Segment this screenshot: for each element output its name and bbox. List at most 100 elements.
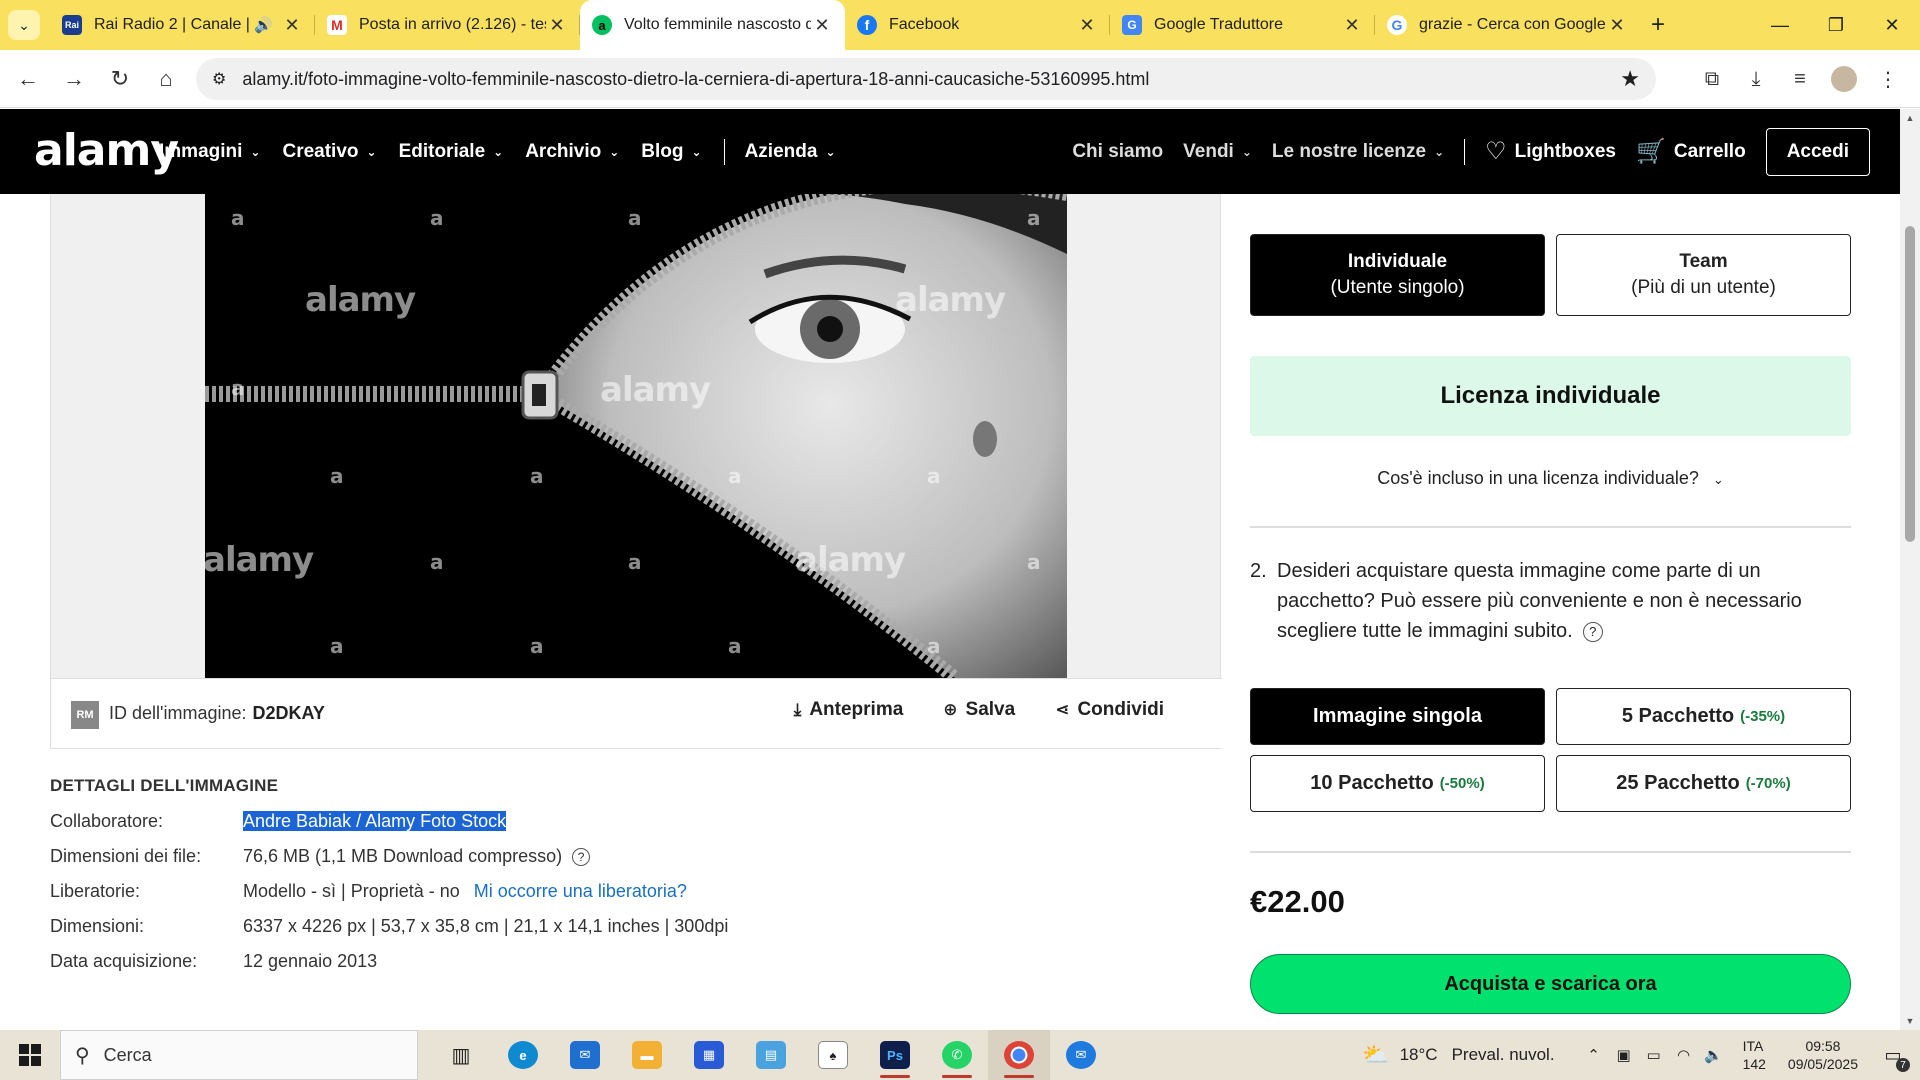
close-tab-icon[interactable]: ✕ [1076,15,1098,36]
clock[interactable]: 09:58 09/05/2025 [1788,1037,1858,1073]
nav-licenze[interactable]: Le nostre licenze ⌄ [1272,141,1444,163]
nav-chi-siamo[interactable]: Chi siamo [1072,141,1163,163]
image-id-label: ID dell'immagine: [109,703,247,723]
minimize-icon[interactable]: — [1752,0,1808,50]
taskbar-search[interactable]: ⚲ Cerca [60,1030,418,1080]
url-text[interactable]: alamy.it/foto-immagine-volto-femminile-n… [242,69,1620,90]
scroll-down-arrow-icon[interactable]: ▼ [1900,1012,1920,1030]
cart-link[interactable]: 🛒 Carrello [1636,137,1746,166]
task-view-button[interactable]: ▥ [430,1030,492,1080]
question-text: Desideri acquistare questa immagine come… [1277,556,1851,646]
wifi-icon[interactable]: ◠ [1669,1046,1699,1064]
chevron-up-icon[interactable]: ⌃ [1579,1046,1609,1064]
thunderbird-button[interactable]: ✉ [1050,1030,1112,1080]
site-info-icon[interactable]: ⚙ [212,69,226,89]
nav-vendi[interactable]: Vendi ⌄ [1183,141,1252,163]
battery-icon[interactable]: ▭ [1639,1046,1669,1064]
lightboxes-link[interactable]: ♡ Lightboxes [1485,137,1616,166]
pack-25-option[interactable]: 25 Pacchetto (-70%) [1556,755,1851,812]
speaker-icon[interactable]: 🔊 [254,16,273,34]
tab-alamy[interactable]: a Volto femminile nascosto d ✕ [580,0,845,50]
individual-license-button[interactable]: Individuale (Utente singolo) [1250,234,1545,316]
whatsapp-button[interactable]: ✆ [926,1030,988,1080]
scrollbar-thumb[interactable] [1905,226,1915,542]
address-bar[interactable]: ⚙ alamy.it/foto-immagine-volto-femminile… [196,58,1656,100]
restore-icon[interactable]: ❐ [1808,0,1864,50]
weather-widget[interactable]: ⛅ 18°C Preval. nuvol. [1362,1042,1554,1068]
device-icon[interactable]: ▣ [1609,1046,1639,1064]
close-tab-icon[interactable]: ✕ [281,15,303,36]
close-window-icon[interactable]: ✕ [1864,0,1920,50]
scroll-up-arrow-icon[interactable]: ▲ [1900,109,1920,127]
package-label: 10 Pacchetto [1310,772,1434,794]
browser-menu-icon[interactable]: ⋮ [1866,58,1910,100]
bookmark-star-icon[interactable]: ★ [1620,66,1640,92]
help-icon[interactable]: ? [1582,621,1603,642]
preview-button[interactable]: ⤓ Anteprima [794,699,903,721]
contributor-link[interactable]: Andre Babiak / Alamy Foto Stock [243,811,507,831]
back-arrow-icon[interactable]: ← [6,57,50,101]
nav-label: Creativo [282,140,359,162]
forward-arrow-icon[interactable]: → [52,57,96,101]
team-license-button[interactable]: Team (Più di un utente) [1556,234,1851,316]
tab-facebook[interactable]: f Facebook ✕ [845,0,1110,50]
detail-row-date: Data acquisizione: 12 gennaio 2013 [50,944,950,979]
close-tab-icon[interactable]: ✕ [811,15,833,36]
new-tab-button[interactable]: + [1640,0,1676,50]
volume-icon[interactable]: 🔈 [1699,1046,1729,1064]
tab-search-button[interactable]: ⌄ [8,10,40,40]
tab-gmail[interactable]: M Posta in arrivo (2.126) - tes ✕ [315,0,580,50]
close-tab-icon[interactable]: ✕ [1341,15,1363,36]
mail-button[interactable]: ✉ [554,1030,616,1080]
photoshop-button[interactable]: Ps [864,1030,926,1080]
package-row: Immagine singola 5 Pacchetto (-35%) [1250,688,1851,745]
image-preview-box: a a a a alamy alamy a alamy a a a a alam… [50,194,1222,749]
login-button[interactable]: Accedi [1765,127,1870,176]
extensions-icon[interactable]: ⧉ [1690,58,1734,100]
tab-rai-radio[interactable]: Rai Rai Radio 2 | Canale | R 🔊 ✕ [50,0,315,50]
license-info-toggle[interactable]: Cos'è incluso in una licenza individuale… [1250,468,1851,489]
alamy-logo[interactable]: alamy [34,125,179,176]
license-subtitle: (Utente singolo) [1330,277,1465,298]
start-button[interactable] [0,1030,60,1080]
plus-circle-icon: ⊕ [943,700,958,719]
tab-google-translate[interactable]: G Google Traduttore ✕ [1110,0,1375,50]
tab-google-search[interactable]: G grazie - Cerca con Google ✕ [1375,0,1640,50]
share-button[interactable]: ⋖ Condividi [1055,699,1164,721]
secondary-nav: Chi siamo Vendi ⌄ Le nostre licenze ⌄ ♡ Lig… [1072,109,1870,194]
nav-editoriale[interactable]: Editoriale ⌄ [399,141,504,163]
media-controls-icon[interactable]: ≡ [1778,58,1822,100]
save-button[interactable]: ⊕ Salva [943,699,1015,721]
nav-creativo[interactable]: Creativo ⌄ [282,141,376,163]
edge-button[interactable]: e [492,1030,554,1080]
nav-archivio[interactable]: Archivio ⌄ [525,141,619,163]
home-icon[interactable]: ⌂ [144,57,188,101]
notifications-button[interactable]: ▭ 7 [1878,1040,1910,1072]
watermark-a: a [231,206,245,230]
help-icon[interactable]: ? [572,848,591,867]
store-button[interactable]: ▦ [678,1030,740,1080]
single-image-option[interactable]: Immagine singola [1250,688,1545,745]
chrome-button[interactable] [988,1030,1050,1080]
download-icon[interactable]: ⤓ [1734,58,1778,100]
zipper-face-photo [205,194,1067,678]
image-details: DETTAGLI DELL'IMMAGINE Collaboratore: An… [50,776,950,979]
release-needed-link[interactable]: Mi occorre una liberatoria? [474,881,687,901]
page-scrollbar[interactable]: ▲ ▼ [1900,109,1920,1030]
buy-download-button[interactable]: Acquista e scarica ora [1250,954,1851,1014]
file-explorer-button[interactable]: ▬ [616,1030,678,1080]
solitaire-button[interactable]: ♠ [802,1030,864,1080]
pack-10-option[interactable]: 10 Pacchetto (-50%) [1250,755,1545,812]
close-tab-icon[interactable]: ✕ [1606,15,1628,36]
language-indicator[interactable]: ITA 142 [1743,1037,1766,1073]
license-panel: Individuale (Utente singolo) Team (Più d… [1250,194,1851,1030]
close-tab-icon[interactable]: ✕ [546,15,568,36]
reload-icon[interactable]: ↻ [98,57,142,101]
nav-blog[interactable]: Blog ⌄ [641,141,701,163]
pack-5-option[interactable]: 5 Pacchetto (-35%) [1556,688,1851,745]
profile-avatar-icon[interactable] [1822,58,1866,100]
control-panel-button[interactable]: ▤ [740,1030,802,1080]
nav-immagini[interactable]: Immagini ⌄ [159,141,260,163]
nav-azienda[interactable]: Azienda ⌄ [745,141,836,163]
stock-photo[interactable]: a a a a alamy alamy a alamy a a a a alam… [205,194,1067,678]
